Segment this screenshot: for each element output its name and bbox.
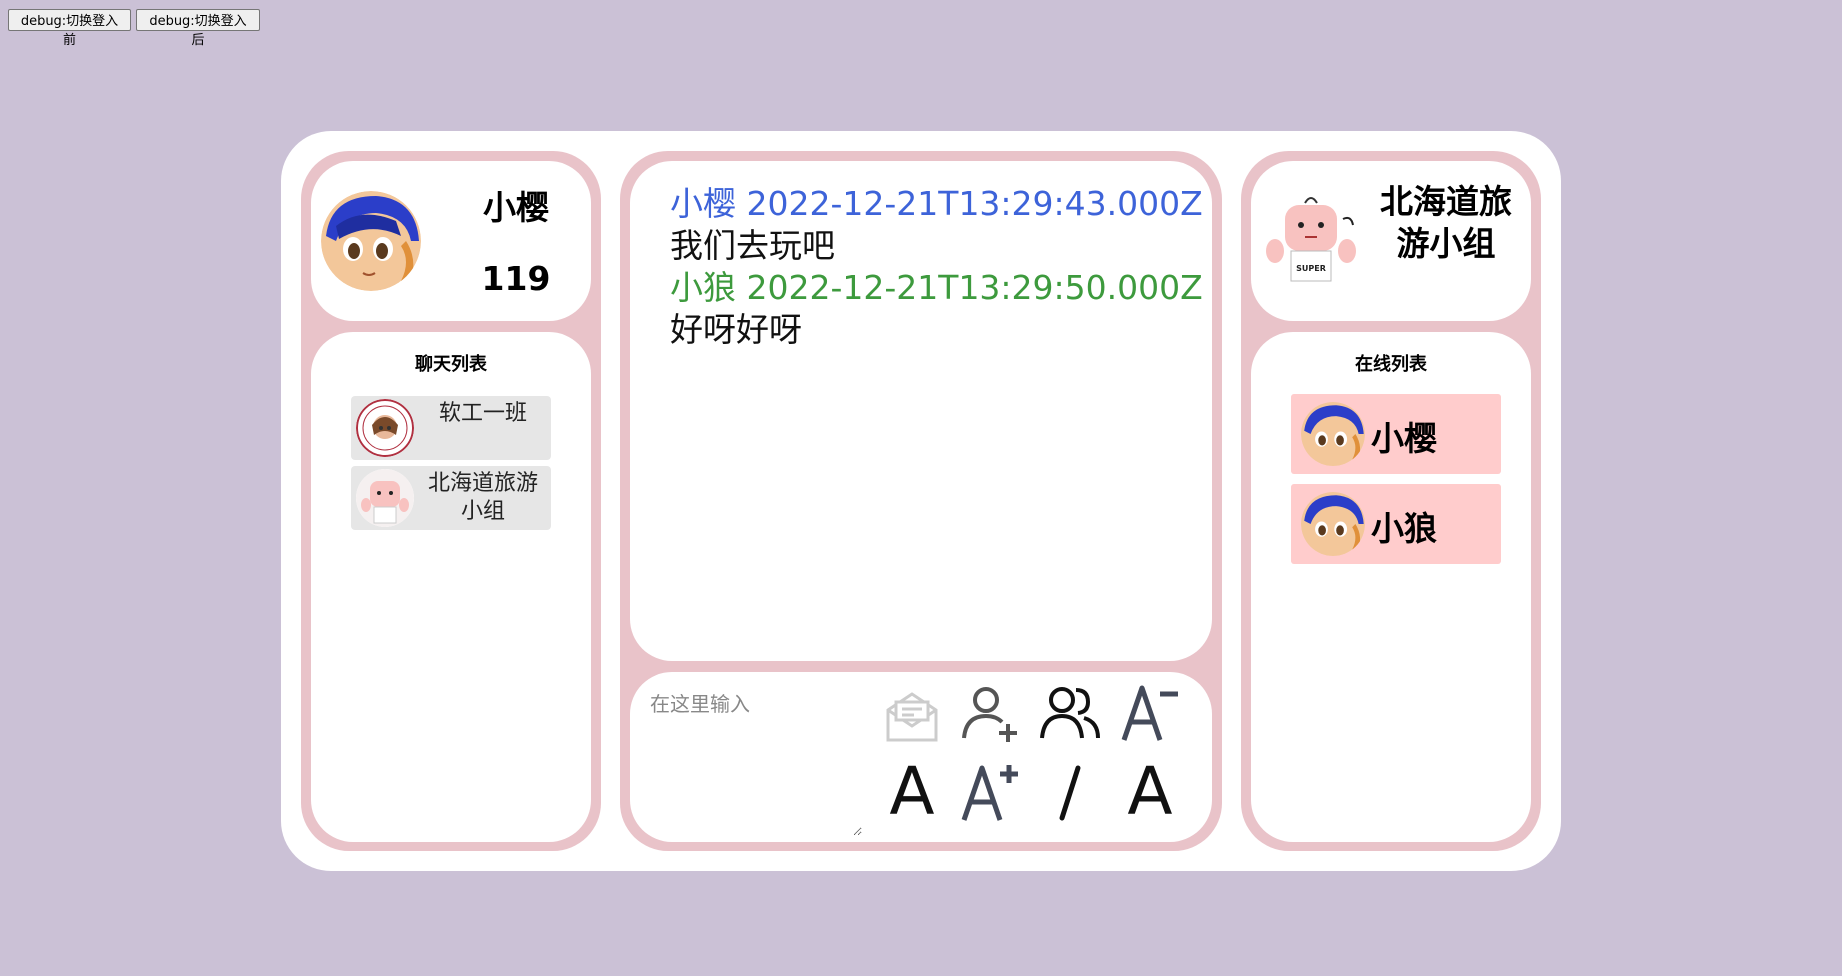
font-increase-icon [961, 765, 1018, 821]
group-icon [1040, 687, 1100, 739]
anime-girl-avatar-icon [321, 191, 421, 291]
anime-girl-avatar-icon [1301, 402, 1365, 466]
message-text: 好呀好呀 [670, 310, 802, 349]
envelope-icon [886, 692, 938, 742]
font-increase-button[interactable] [958, 760, 1022, 824]
chat-item-label: 北海道旅游小组 [427, 471, 538, 524]
font-reset-button[interactable]: A [1118, 759, 1182, 825]
svg-text:SUPER: SUPER [1296, 264, 1326, 273]
group-avatar [356, 469, 414, 527]
message-area: 小樱 2022-12-21T13:29:43.000Z 我们去玩吧 小狼 202… [630, 161, 1212, 661]
message-time: 2022-12-21T13:29:50.000Z [746, 268, 1203, 307]
online-list-panel: 在线列表 小樱 小狼 [1251, 332, 1531, 842]
group-avatar: SUPER [1261, 191, 1361, 291]
chat-list-title: 聊天列表 [415, 354, 487, 375]
class-avatar [356, 399, 414, 457]
font-decrease-button[interactable] [1118, 680, 1182, 744]
debug-before-login-button[interactable]: debug:切换登入前 [8, 9, 131, 48]
user-avatar [1301, 492, 1365, 556]
online-user-name: 小狼 [1371, 509, 1437, 548]
cartoon-baby-icon: SUPER [1266, 197, 1356, 282]
message-sender: 小狼 [670, 268, 736, 307]
user-avatar [1301, 402, 1365, 466]
online-user-name: 小樱 [1371, 419, 1437, 458]
group-name: 北海道旅游小组 [1380, 182, 1512, 263]
profile-card: 小樱 119 [311, 161, 591, 321]
chat-item-label: 软工一班 [438, 401, 527, 426]
message-input[interactable] [648, 686, 862, 836]
italic-icon [1059, 765, 1081, 821]
profile-name: 小樱 [483, 188, 549, 227]
composer-panel: A A [630, 672, 1212, 842]
online-user-item[interactable]: 小狼 [1291, 484, 1501, 564]
message-text: 我们去玩吧 [670, 226, 835, 265]
message-time: 2022-12-21T13:29:43.000Z [746, 184, 1203, 223]
add-user-button[interactable] [958, 680, 1022, 744]
anime-girl-avatar-icon [1301, 492, 1365, 556]
online-user-item[interactable]: 小樱 [1291, 394, 1501, 474]
badge-avatar-icon [356, 399, 414, 457]
online-list-title: 在线列表 [1355, 354, 1427, 375]
font-normal-button[interactable]: A [880, 759, 944, 825]
add-user-icon [962, 687, 1017, 742]
right-panel: SUPER 北海道旅游小组 在线列表 小樱 小狼 [1241, 151, 1541, 851]
group-members-button[interactable] [1038, 680, 1102, 744]
chat-item-class[interactable]: 软工一班 [351, 396, 551, 460]
user-avatar [321, 191, 421, 291]
message-sender: 小樱 [670, 184, 736, 223]
chat-list-panel: 聊天列表 软工一班 北海道旅游小组 [311, 332, 591, 842]
italic-button[interactable] [1038, 760, 1102, 824]
center-panel: 小樱 2022-12-21T13:29:43.000Z 我们去玩吧 小狼 202… [620, 151, 1222, 851]
left-panel: 小樱 119 聊天列表 软工一班 北海道旅游小组 [301, 151, 601, 851]
debug-after-login-button[interactable]: debug:切换登入后 [136, 9, 260, 48]
chat-item-hokkaido[interactable]: 北海道旅游小组 [351, 466, 551, 530]
profile-count: 119 [481, 259, 551, 298]
message-header: 小樱 2022-12-21T13:29:43.000Z [670, 183, 1203, 225]
message-header: 小狼 2022-12-21T13:29:50.000Z [670, 267, 1203, 309]
send-envelope-button[interactable] [880, 682, 944, 746]
app-container: 小樱 119 聊天列表 软工一班 北海道旅游小组 小樱 2022-12-21T1… [281, 131, 1561, 871]
cartoon-baby-icon [356, 469, 414, 527]
group-info-card: SUPER 北海道旅游小组 [1251, 161, 1531, 321]
font-decrease-icon [1121, 685, 1178, 741]
